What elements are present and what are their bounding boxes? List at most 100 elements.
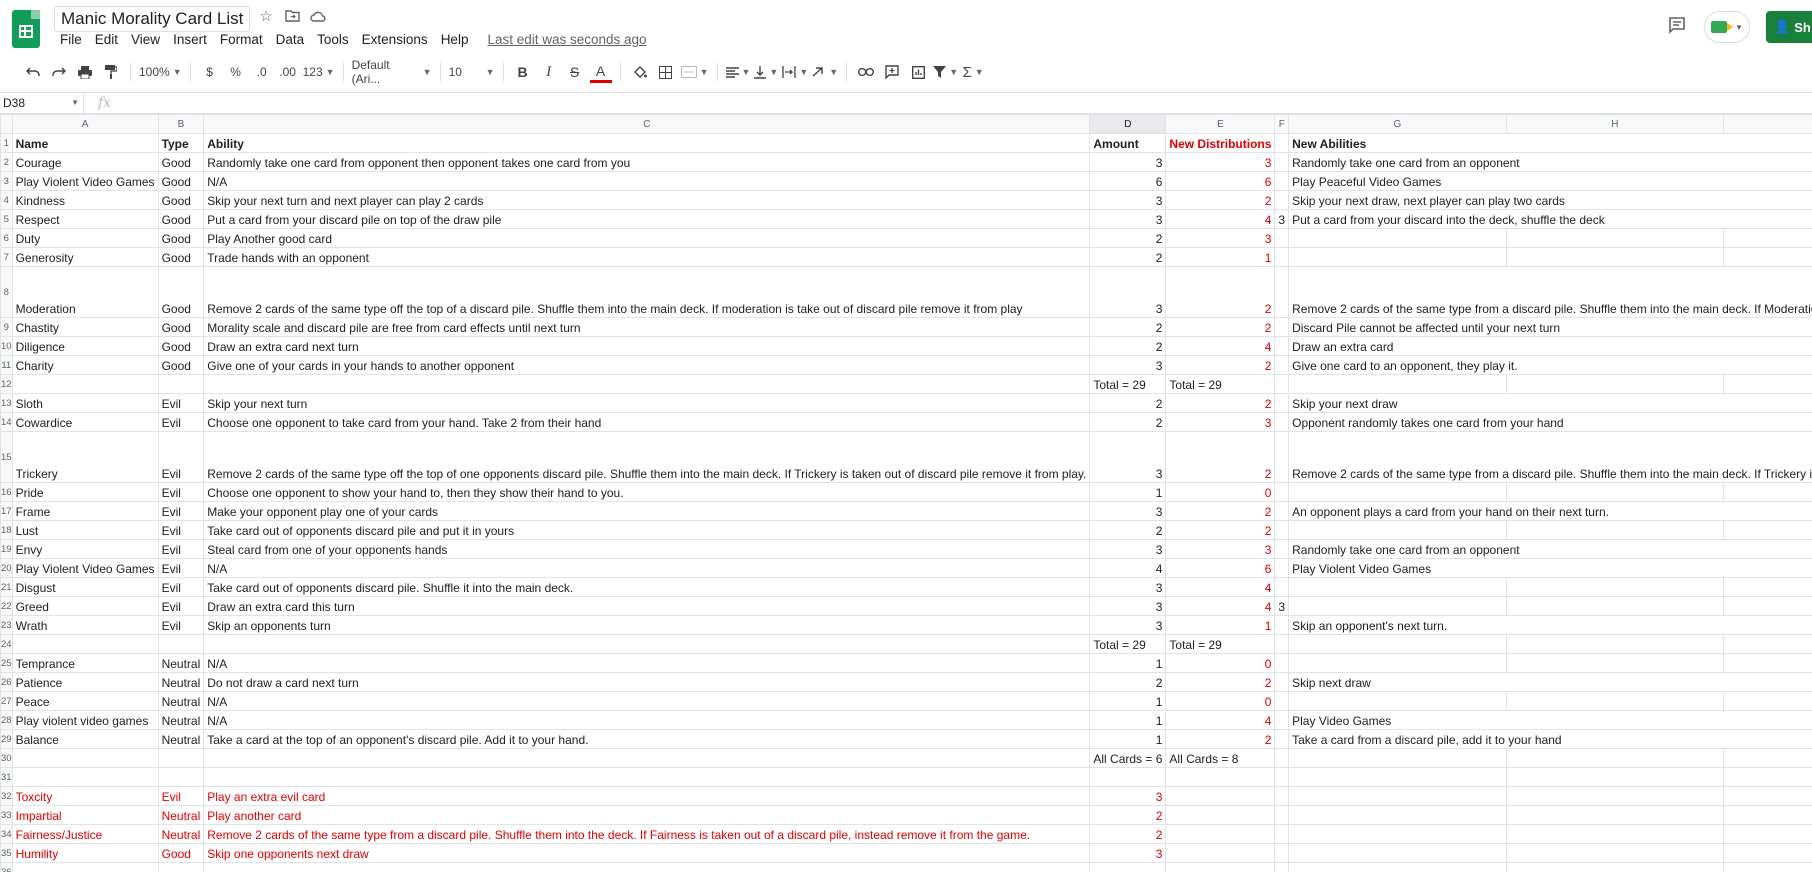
- cell-c2[interactable]: Randomly take one card from opponent the…: [203, 152, 1091, 172]
- column-header-i[interactable]: I: [1723, 114, 1812, 134]
- cell-a24[interactable]: [11, 634, 159, 654]
- cell-e29[interactable]: 2: [1165, 729, 1276, 749]
- cell-c35[interactable]: Skip one opponents next draw: [203, 843, 1091, 863]
- italic-button[interactable]: I: [538, 60, 560, 84]
- row-header[interactable]: 28: [0, 710, 13, 730]
- cell-h31[interactable]: [1505, 767, 1725, 787]
- cell-h7[interactable]: [1505, 247, 1725, 267]
- cell-h12[interactable]: [1505, 374, 1725, 394]
- cell-i34[interactable]: [1723, 824, 1812, 844]
- row-header[interactable]: 22: [0, 596, 13, 616]
- cell-f2[interactable]: [1274, 152, 1290, 172]
- cell-i12[interactable]: [1723, 374, 1812, 394]
- cell-g9[interactable]: Discard Pile cannot be affected until yo…: [1288, 317, 1812, 337]
- cell-e34[interactable]: [1165, 824, 1276, 844]
- font-select[interactable]: Default (Ari... ▼: [352, 58, 432, 86]
- cell-g33[interactable]: [1288, 805, 1507, 825]
- cell-b25[interactable]: Neutral: [157, 653, 205, 673]
- cell-g30[interactable]: [1288, 748, 1507, 768]
- menu-format[interactable]: Format: [220, 32, 263, 47]
- cell-f28[interactable]: [1274, 710, 1290, 730]
- text-color-button[interactable]: A: [589, 62, 612, 83]
- cell-e36[interactable]: [1165, 862, 1276, 872]
- cell-e24[interactable]: Total = 29: [1165, 634, 1276, 654]
- undo-icon[interactable]: [22, 60, 44, 84]
- cell-d11[interactable]: 3: [1089, 355, 1167, 375]
- cell-d12[interactable]: Total = 29: [1089, 374, 1167, 394]
- cell-i7[interactable]: [1723, 247, 1812, 267]
- menu-help[interactable]: Help: [441, 32, 469, 47]
- font-size-select[interactable]: 10 ▼: [449, 60, 495, 84]
- cell-g6[interactable]: [1288, 228, 1507, 248]
- cell-g27[interactable]: [1288, 691, 1507, 711]
- cell-g15[interactable]: Remove 2 cards of the same type from a d…: [1288, 431, 1812, 483]
- cell-c36[interactable]: [203, 862, 1091, 872]
- cell-c10[interactable]: Draw an extra card next turn: [203, 336, 1091, 356]
- cell-d36[interactable]: [1089, 862, 1167, 872]
- insert-link-icon[interactable]: [855, 60, 877, 84]
- cell-c21[interactable]: Take card out of opponents discard pile.…: [203, 577, 1091, 597]
- cell-i35[interactable]: [1723, 843, 1812, 863]
- horizontal-align-icon[interactable]: ▼: [725, 60, 750, 84]
- cell-a12[interactable]: [11, 374, 159, 394]
- row-header[interactable]: 24: [0, 634, 13, 654]
- cell-e21[interactable]: 4: [1165, 577, 1276, 597]
- cell-e30[interactable]: All Cards = 8: [1165, 748, 1276, 768]
- cell-a2[interactable]: Courage: [11, 152, 159, 172]
- cell-e15[interactable]: 2: [1165, 431, 1276, 483]
- cell-f6[interactable]: [1274, 228, 1290, 248]
- cell-a26[interactable]: Patience: [11, 672, 159, 692]
- paint-format-icon[interactable]: [100, 60, 122, 84]
- cell-d17[interactable]: 3: [1089, 501, 1167, 521]
- cell-f27[interactable]: [1274, 691, 1290, 711]
- menu-view[interactable]: View: [131, 32, 160, 47]
- cell-h24[interactable]: [1505, 634, 1725, 654]
- column-header-a[interactable]: A: [11, 114, 159, 134]
- cell-g34[interactable]: [1288, 824, 1507, 844]
- cell-d10[interactable]: 2: [1089, 336, 1167, 356]
- text-wrapping-icon[interactable]: ▼: [782, 60, 808, 84]
- percent-format-button[interactable]: %: [225, 60, 247, 84]
- row-header[interactable]: 31: [0, 767, 13, 787]
- cell-b11[interactable]: Good: [157, 355, 205, 375]
- cell-c16[interactable]: Choose one opponent to show your hand to…: [203, 482, 1091, 502]
- cell-a33[interactable]: Impartial: [11, 805, 159, 825]
- strikethrough-button[interactable]: S: [564, 60, 586, 84]
- cell-e20[interactable]: 6: [1165, 558, 1276, 578]
- bold-button[interactable]: B: [512, 60, 534, 84]
- print-icon[interactable]: [74, 60, 96, 84]
- cell-e23[interactable]: 1: [1165, 615, 1276, 635]
- cell-h34[interactable]: [1505, 824, 1725, 844]
- cell-c28[interactable]: N/A: [203, 710, 1091, 730]
- cell-e12[interactable]: Total = 29: [1165, 374, 1276, 394]
- cell-d25[interactable]: 1: [1089, 653, 1167, 673]
- cell-g29[interactable]: Take a card from a discard pile, add it …: [1288, 729, 1812, 749]
- row-header[interactable]: 5: [0, 209, 13, 229]
- cell-b15[interactable]: Evil: [157, 431, 205, 483]
- cell-f32[interactable]: [1274, 786, 1290, 806]
- cell-d3[interactable]: 6: [1089, 171, 1167, 191]
- cell-g31[interactable]: [1288, 767, 1507, 787]
- cell-c15[interactable]: Remove 2 cards of the same type off the …: [203, 431, 1091, 483]
- cell-e17[interactable]: 2: [1165, 501, 1276, 521]
- cell-e9[interactable]: 2: [1165, 317, 1276, 337]
- cell-g35[interactable]: [1288, 843, 1507, 863]
- column-header-h[interactable]: H: [1505, 114, 1725, 134]
- cell-b7[interactable]: Good: [157, 247, 205, 267]
- cell-f33[interactable]: [1274, 805, 1290, 825]
- insert-comment-icon[interactable]: [881, 60, 903, 84]
- cell-b31[interactable]: [157, 767, 205, 787]
- cell-a23[interactable]: Wrath: [11, 615, 159, 635]
- cell-d14[interactable]: 2: [1089, 412, 1167, 432]
- cell-f36[interactable]: [1274, 862, 1290, 872]
- cell-d33[interactable]: 2: [1089, 805, 1167, 825]
- cell-c8[interactable]: Remove 2 cards of the same type off the …: [203, 266, 1091, 318]
- cell-i33[interactable]: [1723, 805, 1812, 825]
- cell-g7[interactable]: [1288, 247, 1507, 267]
- cell-f26[interactable]: [1274, 672, 1290, 692]
- cell-e5[interactable]: 4: [1165, 209, 1276, 229]
- cell-d23[interactable]: 3: [1089, 615, 1167, 635]
- cell-e11[interactable]: 2: [1165, 355, 1276, 375]
- cell-i31[interactable]: [1723, 767, 1812, 787]
- cell-h16[interactable]: [1505, 482, 1725, 502]
